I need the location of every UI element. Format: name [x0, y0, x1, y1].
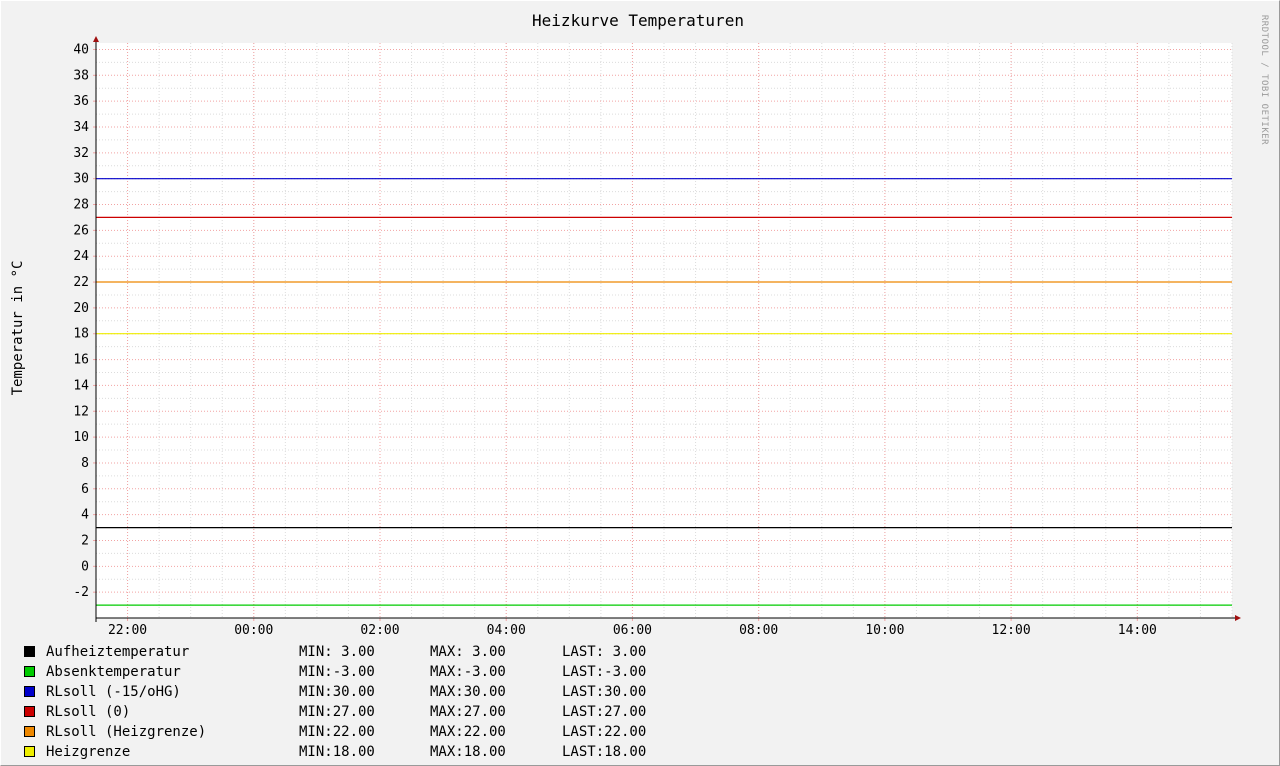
legend-series-name: RLsoll (0)	[46, 704, 131, 720]
legend-series-name: Heizgrenze	[46, 744, 131, 760]
y-tick-label: 40	[73, 42, 89, 57]
grid	[95, 43, 1233, 618]
legend-max-value: MAX:-3.00	[430, 664, 506, 680]
legend-swatch	[24, 746, 35, 757]
legend-max-value: MAX:30.00	[430, 684, 506, 700]
legend-series-name: RLsoll (-15/oHG)	[46, 684, 181, 700]
y-tick-label: 28	[73, 198, 89, 213]
y-tick-label: 32	[73, 146, 89, 161]
legend-max-value: MAX:18.00	[430, 744, 506, 760]
legend-last-value: LAST:30.00	[562, 684, 647, 700]
legend-item: RLsoll (Heizgrenze) MIN:22.00 MAX:22.00 LAS…	[24, 722, 724, 742]
legend-min-value: MIN:30.00	[299, 684, 375, 700]
rrdtool-watermark: RRDTOOL / TOBI OETIKER	[1259, 15, 1269, 145]
y-axis-arrow	[93, 36, 99, 42]
y-tick-label: 30	[73, 172, 89, 187]
x-tick-label: 04:00	[487, 623, 526, 638]
legend-swatch	[24, 686, 35, 697]
legend-min-value: MIN:22.00	[299, 724, 375, 740]
legend-last-value: LAST:-3.00	[562, 664, 647, 680]
y-tick-label: 8	[81, 456, 89, 471]
legend-swatch	[24, 666, 35, 677]
legend-item: Aufheiztemperatur MIN: 3.00 MAX: 3.00 LAST:…	[24, 642, 724, 662]
y-axis-label: Temperatur in °C	[10, 261, 26, 396]
legend-min-value: MIN:18.00	[299, 744, 375, 760]
x-tick-labels: 22:00 00:00 02:00 04:00 06:00 08:00 10:00 12:00…	[108, 623, 1157, 638]
legend-item: RLsoll (-15/oHG) MIN:30.00 MAX:30.00 LAST:3…	[24, 682, 724, 702]
legend-item: RLsoll (0) MIN:27.00 MAX:27.00 LAST:27.00	[24, 702, 724, 722]
legend-min-value: MIN: 3.00	[299, 644, 375, 660]
legend: Aufheiztemperatur MIN: 3.00 MAX: 3.00 LAST:…	[24, 642, 724, 762]
legend-swatch	[24, 646, 35, 657]
plot-background	[96, 43, 1232, 618]
y-tick-label: 4	[81, 508, 89, 523]
y-tick-label: -2	[73, 585, 89, 600]
y-tick-label: 22	[73, 275, 89, 290]
legend-max-value: MAX: 3.00	[430, 644, 506, 660]
y-tick-label: 38	[73, 68, 89, 83]
legend-last-value: LAST:18.00	[562, 744, 647, 760]
x-tick-label: 06:00	[613, 623, 652, 638]
legend-max-value: MAX:27.00	[430, 704, 506, 720]
y-tick-label: 24	[73, 249, 89, 264]
y-tick-label: 14	[73, 378, 89, 393]
x-tick-label: 12:00	[992, 623, 1031, 638]
legend-item: Heizgrenze MIN:18.00 MAX:18.00 LAST:18.00	[24, 742, 724, 762]
x-tick-label: 22:00	[108, 623, 147, 638]
legend-item: Absenktemperatur MIN:-3.00 MAX:-3.00 LAST:-…	[24, 662, 724, 682]
legend-series-name: Absenktemperatur	[46, 664, 181, 680]
legend-max-value: MAX:22.00	[430, 724, 506, 740]
x-axis-arrow	[1235, 615, 1241, 621]
x-tick-label: 00:00	[234, 623, 273, 638]
legend-last-value: LAST: 3.00	[562, 644, 647, 660]
y-tick-label: 2	[81, 533, 89, 548]
y-tick-label: 34	[73, 120, 89, 135]
legend-swatch	[24, 706, 35, 717]
y-tick-label: 6	[81, 482, 89, 497]
legend-series-name: Aufheiztemperatur	[46, 644, 190, 660]
y-tick-labels: -20246810121416182022242628303234363840	[73, 42, 89, 600]
legend-min-value: MIN:27.00	[299, 704, 375, 720]
legend-last-value: LAST:22.00	[562, 724, 647, 740]
legend-min-value: MIN:-3.00	[299, 664, 375, 680]
y-tick-label: 10	[73, 430, 89, 445]
legend-series-name: RLsoll (Heizgrenze)	[46, 724, 207, 740]
y-tick-label: 26	[73, 223, 89, 238]
x-tick-label: 14:00	[1118, 623, 1157, 638]
x-tick-label: 02:00	[360, 623, 399, 638]
x-tick-label: 08:00	[739, 623, 778, 638]
y-tick-label: 12	[73, 404, 89, 419]
y-tick-label: 0	[81, 559, 89, 574]
legend-last-value: LAST:27.00	[562, 704, 647, 720]
y-tick-label: 16	[73, 353, 89, 368]
y-tick-label: 18	[73, 327, 89, 342]
legend-swatch	[24, 726, 35, 737]
y-tick-label: 20	[73, 301, 89, 316]
chart-title: Heizkurve Temperaturen	[532, 11, 744, 30]
x-tick-label: 10:00	[865, 623, 904, 638]
y-tick-label: 36	[73, 94, 89, 109]
